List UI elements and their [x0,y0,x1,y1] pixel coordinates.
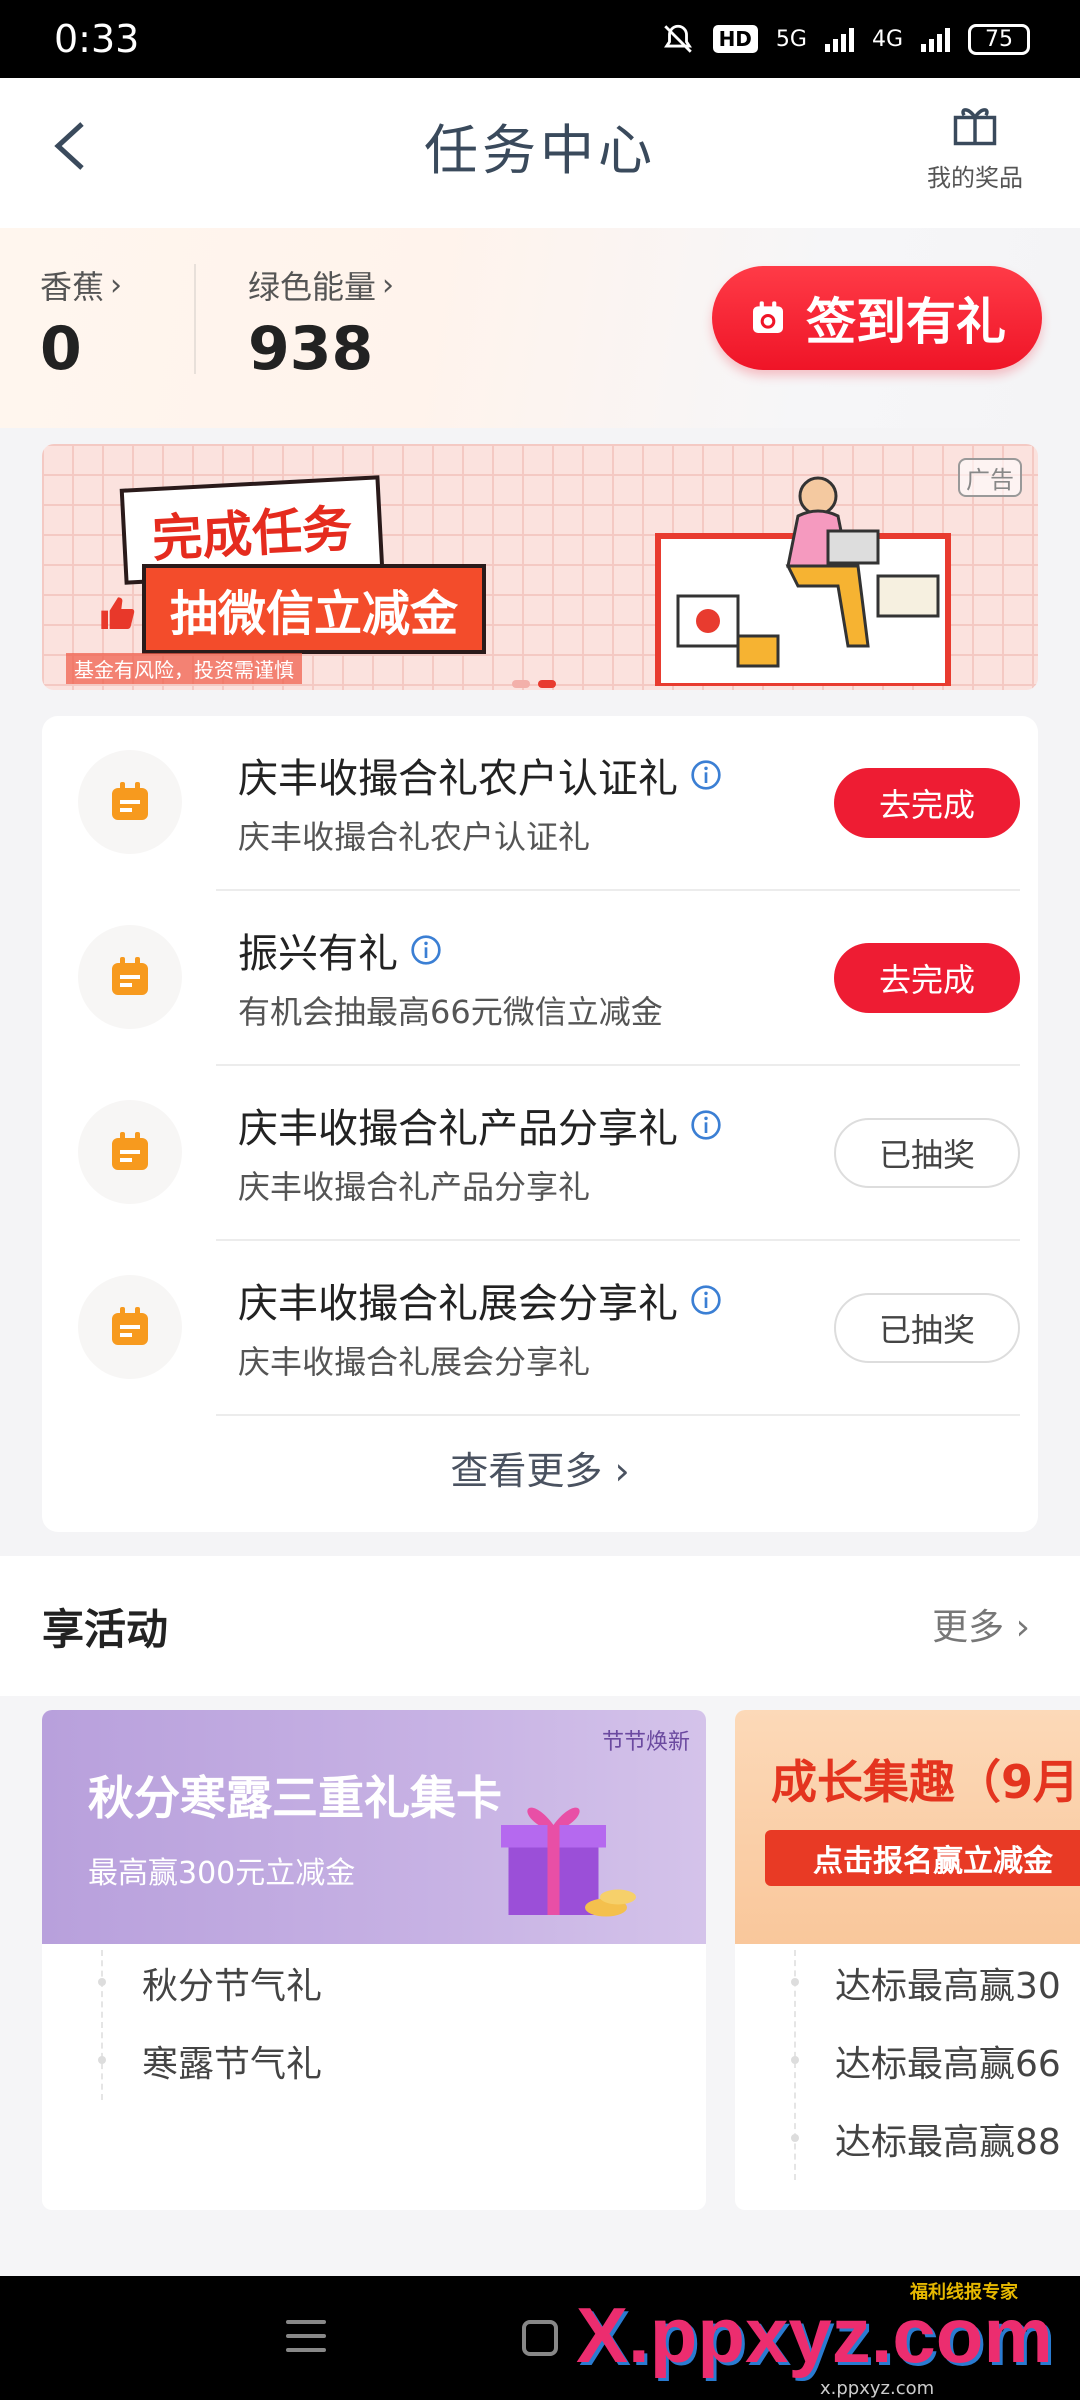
stat-divider [194,264,196,374]
task-subtitle: 庆丰收撮合礼农户认证礼 [238,818,591,856]
calendar-check-icon [753,301,783,333]
energy-value: 938 [248,314,374,384]
task-go-button[interactable]: 去完成 [834,768,1020,838]
task-list-card: 庆丰收撮合礼农户认证礼 庆丰收撮合礼农户认证礼 去完成 振兴有礼 有机会抽最高6… [42,716,1038,1532]
activity-banner: 秋分寒露三重礼集卡 最高赢300元立减金 节节焕新 [42,1710,706,1944]
activity-banner: 成长集趣（9月 点击报名赢立减金 [735,1710,1080,1944]
energy-label-row: 绿色能量 › [248,262,394,308]
activity-list: 达标最高赢30 达标最高赢66 达标最高赢88 [735,1944,1080,2178]
calendar-icon [112,957,148,995]
my-prizes-label: 我的奖品 [927,164,1023,192]
pager-dot-active [538,680,556,688]
activity-banner-tag: 节节焕新 [601,1730,690,1755]
energy-stat[interactable]: 绿色能量 › 938 [248,262,394,385]
task-subtitle: 庆丰收撮合礼产品分享礼 [238,1168,591,1206]
status-bar: 0:33 HD 5G 4G 75 [0,0,1080,78]
activity-banner-subtitle: 最高赢300元立减金 [88,1856,356,1891]
header: 任务中心 我的奖品 [0,78,1080,228]
checkin-label: 签到有礼 [806,293,1006,351]
chevron-right-icon: › [1015,1607,1030,1648]
calendar-icon [112,782,148,820]
activity-card[interactable]: 成长集趣（9月 点击报名赢立减金 达标最高赢30 达标最高赢66 达标最高赢88 [735,1710,1080,2210]
banana-value: 0 [40,314,82,384]
task-drawn-button[interactable]: 已抽奖 [834,1293,1020,1363]
my-prizes-button[interactable]: 我的奖品 [910,98,1040,193]
banner-pager [512,680,556,688]
task-row: 振兴有礼 有机会抽最高66元微信立减金 去完成 [42,891,1038,1066]
task-title-row: 振兴有礼 [238,921,442,979]
energy-label: 绿色能量 [248,268,377,306]
activity-list-item[interactable]: 秋分节气礼 [42,1944,706,2022]
task-icon [78,750,182,854]
banana-label-row: 香蕉 › [40,262,122,308]
calendar-icon [112,1307,148,1345]
task-icon [78,925,182,1029]
task-subtitle: 有机会抽最高66元微信立减金 [238,993,663,1031]
see-more-label: 查看更多 [450,1449,603,1493]
chevron-right-icon: › [614,1449,630,1493]
chevron-right-icon: › [382,267,395,303]
status-icons: HD 5G 4G 75 [661,22,1030,56]
network-4g-label: 4G [871,26,903,52]
watermark-tagline: 福利线报专家 [910,2282,1018,2303]
activity-list-item[interactable]: 达标最高赢30 [735,1944,1080,2022]
info-icon[interactable] [690,759,722,791]
task-icon [78,1275,182,1379]
banana-stat[interactable]: 香蕉 › 0 [40,262,122,385]
task-icon [78,1100,182,1204]
task-title: 振兴有礼 [238,931,398,977]
task-go-button[interactable]: 去完成 [834,943,1020,1013]
hd-badge: HD [712,25,758,53]
chevron-right-icon: › [110,267,123,303]
activity-list-item[interactable]: 寒露节气礼 [42,2022,706,2100]
activity-list-item[interactable]: 达标最高赢66 [735,2022,1080,2100]
task-subtitle: 庆丰收撮合礼展会分享礼 [238,1343,591,1381]
task-title: 庆丰收撮合礼展会分享礼 [238,1281,678,1327]
info-icon[interactable] [410,934,442,966]
more-label: 更多 [932,1607,1005,1648]
home-icon[interactable] [522,2320,558,2356]
section-title: 享活动 [42,1605,169,1654]
task-title-row: 庆丰收撮合礼展会分享礼 [238,1271,722,1329]
task-row: 庆丰收撮合礼农户认证礼 庆丰收撮合礼农户认证礼 去完成 [42,716,1038,891]
see-more-link[interactable]: 查看更多 › [42,1440,1038,1495]
thumbs-up-icon [101,597,135,629]
status-time: 0:33 [54,17,140,61]
divider [216,1414,1020,1416]
banana-label: 香蕉 [40,268,105,306]
calendar-icon [112,1132,148,1170]
checkin-button[interactable]: 签到有礼 [712,266,1042,370]
activity-banner-title: 成长集趣（9月 [771,1755,1080,1809]
task-title: 庆丰收撮合礼产品分享礼 [238,1106,678,1152]
task-title: 庆丰收撮合礼农户认证礼 [238,756,678,802]
watermark-url: x.ppxyz.com [820,2378,935,2399]
activity-card[interactable]: 秋分寒露三重礼集卡 最高赢300元立减金 节节焕新 秋分节气礼 寒露节气礼 [42,1710,706,2210]
task-title-row: 庆丰收撮合礼产品分享礼 [238,1096,722,1154]
task-row: 庆丰收撮合礼产品分享礼 庆丰收撮合礼产品分享礼 已抽奖 [42,1066,1038,1241]
pager-dot [512,680,530,688]
battery-icon: 75 [968,23,1030,55]
person-laptop-illustration [655,476,951,686]
gift-icon [953,108,997,146]
task-drawn-button[interactable]: 已抽奖 [834,1118,1020,1188]
mute-bell-icon [661,22,695,56]
activity-banner-subtitle: 点击报名赢立减金 [765,1830,1080,1886]
banner-disclaimer: 基金有风险，投资需谨慎 [66,653,302,684]
promo-banner[interactable]: 完成任务 抽微信立减金 广告 基金有风险，投资需谨慎 [42,444,1038,690]
network-5g-label: 5G [775,26,807,52]
activity-list: 秋分节气礼 寒露节气礼 [42,1944,706,2100]
task-row: 庆丰收撮合礼展会分享礼 庆丰收撮合礼展会分享礼 已抽奖 [42,1241,1038,1416]
task-title-row: 庆丰收撮合礼农户认证礼 [238,746,722,804]
info-icon[interactable] [690,1284,722,1316]
activities-more-link[interactable]: 更多 › [932,1598,1030,1650]
signal-4g-icon [921,26,950,52]
activity-list-item[interactable]: 达标最高赢88 [735,2100,1080,2178]
signal-5g-icon [824,26,854,52]
activity-banner-title: 秋分寒露三重礼集卡 [88,1771,502,1825]
gift-box-illustration [501,1807,636,1917]
balance-area: 香蕉 › 0 绿色能量 › 938 签到有礼 [0,228,1080,428]
menu-icon[interactable] [286,2320,326,2356]
banner-subline: 抽微信立减金 [142,564,487,654]
info-icon[interactable] [690,1109,722,1141]
